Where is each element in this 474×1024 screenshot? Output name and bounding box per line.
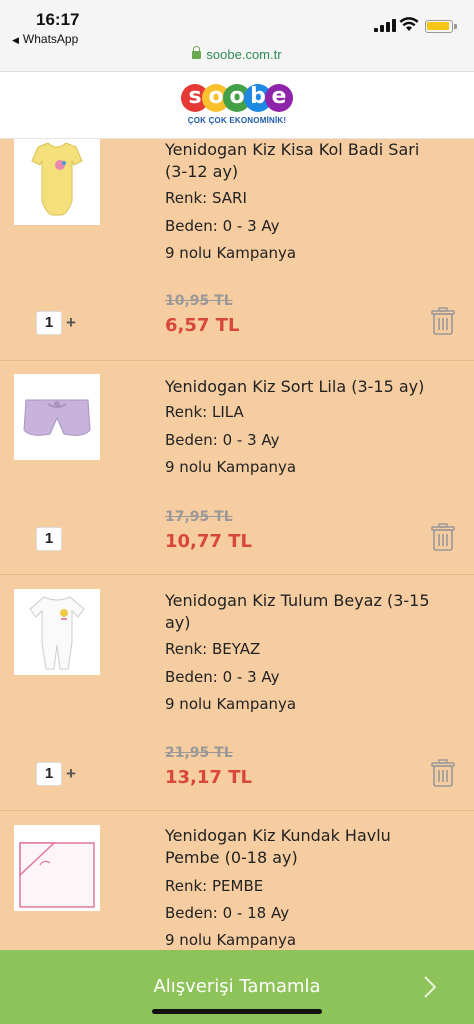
increase-quantity-button[interactable]: +: [66, 313, 76, 333]
discounted-price: 13,17 TL: [165, 767, 252, 788]
url-text: soobe.com.tr: [206, 47, 282, 62]
home-indicator[interactable]: [152, 1009, 322, 1014]
quantity-field[interactable]: 1: [36, 311, 62, 335]
product-color: Renk: SARI: [165, 189, 247, 207]
product-size: Beden: 0 - 3 Ay: [165, 431, 280, 449]
back-app-label: WhatsApp: [22, 32, 79, 46]
cart-item-list[interactable]: Yenidogan Kiz Kisa Kol Badi Sari (3-12 a…: [0, 139, 474, 950]
cart-item: Yenidogan Kiz Sort Lila (3-15 ay) Renk: …: [0, 361, 474, 575]
wifi-icon: [399, 17, 419, 31]
lilac-shorts-image: [23, 399, 91, 436]
quantity-field[interactable]: 1: [36, 527, 62, 551]
discounted-price: 6,57 TL: [165, 315, 240, 336]
back-to-app-link[interactable]: ◀ WhatsApp: [12, 32, 78, 46]
chevron-right-icon: [424, 976, 437, 998]
lock-icon: [192, 46, 202, 59]
status-bar: 16:17 ◀ WhatsApp: [0, 0, 474, 46]
old-price: 10,95 TL: [165, 293, 233, 309]
pink-hooded-towel-image: [19, 842, 95, 908]
product-image[interactable]: [14, 374, 100, 460]
product-name[interactable]: Yenidogan Kiz Kundak Havlu Pembe (0-18 a…: [165, 825, 445, 869]
product-image[interactable]: [14, 589, 100, 675]
product-name[interactable]: Yenidogan Kiz Tulum Beyaz (3-15 ay): [165, 590, 445, 634]
product-image[interactable]: [14, 825, 100, 911]
cart-item: Yenidogan Kiz Kundak Havlu Pembe (0-18 a…: [0, 811, 474, 950]
product-image[interactable]: [14, 139, 100, 225]
app-root: 16:17 ◀ WhatsApp soobe.com.tr s o o b e Ç…: [0, 0, 474, 1024]
trash-icon[interactable]: [431, 307, 455, 335]
quantity-field[interactable]: 1: [36, 762, 62, 786]
increase-quantity-button[interactable]: +: [66, 764, 76, 784]
product-size: Beden: 0 - 3 Ay: [165, 668, 280, 686]
product-size: Beden: 0 - 3 Ay: [165, 217, 280, 235]
product-color: Renk: BEYAZ: [165, 640, 261, 658]
product-campaign: 9 nolu Kampanya: [165, 931, 297, 949]
yellow-bodysuit-image: [31, 142, 83, 216]
address-bar[interactable]: soobe.com.tr: [0, 46, 474, 72]
soobe-logo[interactable]: s o o b e: [181, 84, 293, 118]
product-name[interactable]: Yenidogan Kiz Kisa Kol Badi Sari (3-12 a…: [165, 139, 445, 183]
product-name[interactable]: Yenidogan Kiz Sort Lila (3-15 ay): [165, 376, 445, 398]
back-triangle-icon: ◀: [12, 35, 19, 45]
cart-item: Yenidogan Kiz Kisa Kol Badi Sari (3-12 a…: [0, 139, 474, 361]
white-jumpsuit-image: [29, 596, 85, 670]
product-campaign: 9 nolu Kampanya: [165, 244, 297, 262]
discounted-price: 10,77 TL: [165, 531, 252, 552]
clock: 16:17: [36, 10, 80, 29]
site-header: s o o b e ÇOK ÇOK EKONOMİNİK!: [0, 72, 474, 139]
old-price: 21,95 TL: [165, 745, 233, 761]
trash-icon[interactable]: [431, 759, 455, 787]
product-campaign: 9 nolu Kampanya: [165, 458, 297, 476]
old-price: 17,95 TL: [165, 509, 233, 525]
product-size: Beden: 0 - 18 Ay: [165, 904, 290, 922]
cellular-signal-icon: [374, 18, 396, 32]
cart-item: Yenidogan Kiz Tulum Beyaz (3-15 ay) Renk…: [0, 575, 474, 811]
battery-icon: [425, 20, 457, 33]
product-campaign: 9 nolu Kampanya: [165, 695, 297, 713]
checkout-label: Alışverişi Tamamla: [153, 976, 321, 997]
logo-letter: e: [265, 84, 293, 112]
trash-icon[interactable]: [431, 523, 455, 551]
product-color: Renk: LILA: [165, 403, 244, 421]
product-color: Renk: PEMBE: [165, 877, 264, 895]
logo-tagline: ÇOK ÇOK EKONOMİNİK!: [187, 116, 287, 125]
